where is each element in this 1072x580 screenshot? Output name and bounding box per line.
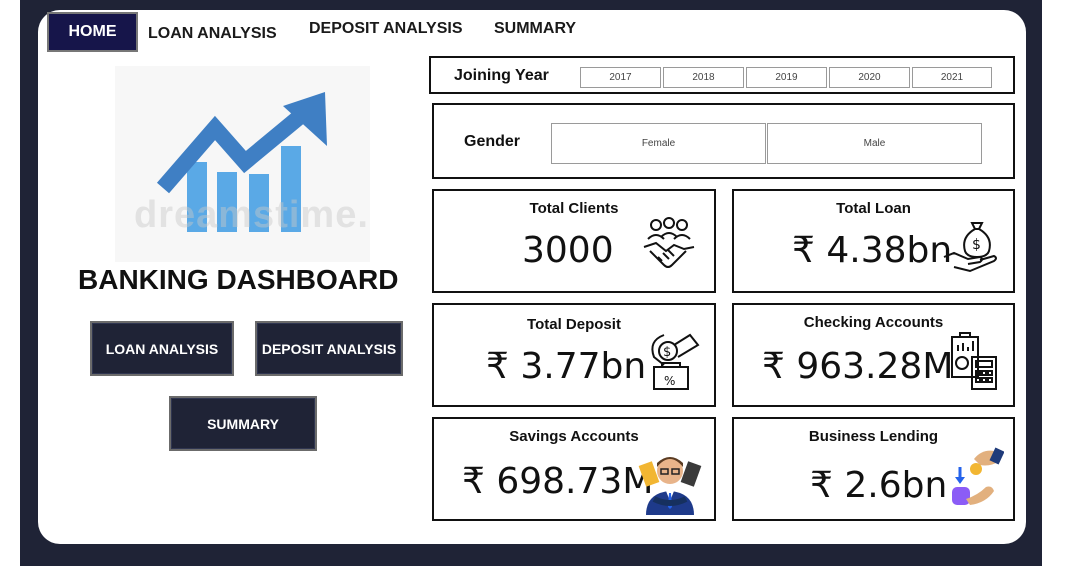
svg-text:$: $	[663, 345, 671, 360]
summary-button[interactable]: SUMMARY	[169, 396, 317, 451]
lending-icon	[952, 447, 1004, 505]
checking-accounts-title: Checking Accounts	[803, 314, 944, 331]
total-loan-card: Total Loan ₹ 4.38bn $	[732, 189, 1015, 293]
savings-accounts-title: Savings Accounts	[509, 428, 639, 445]
hero-watermark: dreamstime.	[134, 194, 369, 236]
savings-accounts-card: Savings Accounts ₹ 698.73M	[432, 417, 716, 521]
savings-accounts-value: ₹ 698.73M	[462, 461, 654, 502]
year-option-2021[interactable]: 2021	[912, 67, 992, 88]
nav-loan-analysis-tab[interactable]: LOAN ANALYSIS	[148, 25, 277, 43]
year-option-2017[interactable]: 2017	[580, 67, 661, 88]
total-clients-card: Total Clients 3000	[432, 189, 716, 293]
svg-text:%: %	[664, 374, 675, 388]
nav-home-tab[interactable]: HOME	[47, 12, 138, 52]
svg-text:$: $	[972, 237, 981, 253]
checking-accounts-card: Checking Accounts ₹ 963.28M	[732, 303, 1015, 407]
total-loan-value: ₹ 4.38bn	[792, 230, 953, 271]
year-option-2020[interactable]: 2020	[829, 67, 910, 88]
gender-option-male[interactable]: Male	[767, 123, 982, 164]
year-option-2019[interactable]: 2019	[746, 67, 827, 88]
nav-deposit-analysis-tab[interactable]: DEPOSIT ANALYSIS	[309, 20, 463, 38]
joining-year-label: Joining Year	[454, 67, 549, 84]
banker-icon	[638, 457, 702, 515]
year-option-2018[interactable]: 2018	[663, 67, 744, 88]
deposit-analysis-button[interactable]: DEPOSIT ANALYSIS	[255, 321, 403, 376]
total-deposit-value: ₹ 3.77bn	[486, 346, 647, 387]
total-clients-title: Total Clients	[529, 200, 619, 217]
page-title: BANKING DASHBOARD	[78, 264, 399, 295]
calculator-icon	[951, 332, 997, 390]
business-lending-title: Business Lending	[808, 428, 939, 445]
handshake-icon	[643, 217, 695, 268]
money-bag-icon: $	[943, 222, 997, 273]
deposit-icon: $ %	[651, 333, 700, 390]
gender-label: Gender	[464, 133, 521, 150]
nav-summary-tab[interactable]: SUMMARY	[494, 20, 576, 38]
loan-analysis-button[interactable]: LOAN ANALYSIS	[90, 321, 234, 376]
total-loan-title: Total Loan	[836, 200, 911, 217]
checking-accounts-value: ₹ 963.28M	[762, 346, 954, 387]
business-lending-card: Business Lending ₹ 2.6bn	[732, 417, 1015, 521]
gender-option-female[interactable]: Female	[551, 123, 766, 164]
total-deposit-card: Total Deposit ₹ 3.77bn $ %	[432, 303, 716, 407]
total-clients-value: 3000	[522, 230, 614, 271]
business-lending-value: ₹ 2.6bn	[810, 465, 948, 506]
